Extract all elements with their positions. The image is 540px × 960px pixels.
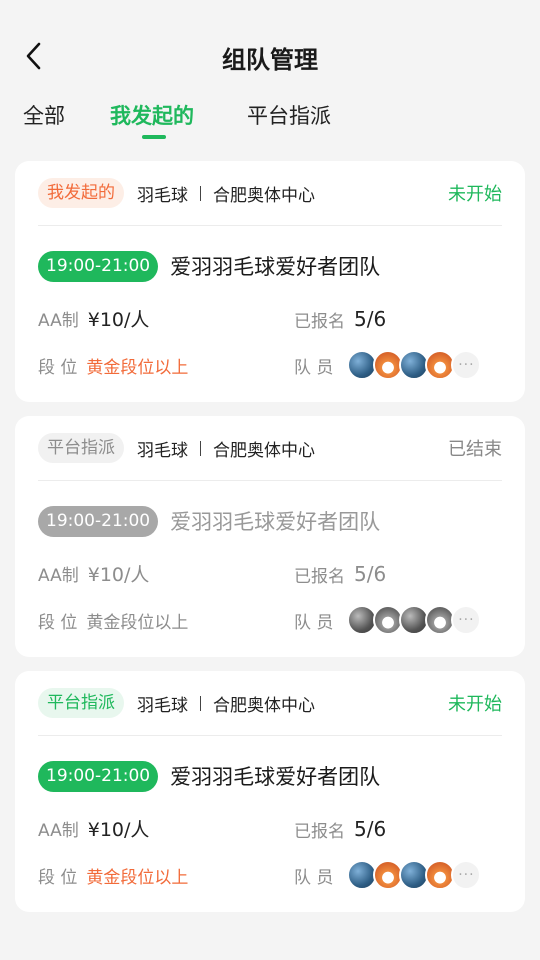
tab-all[interactable]: 全部 — [23, 100, 65, 130]
team-name: 爱羽羽毛球爱好者团队 — [170, 765, 381, 789]
members-row: 队 员 ··· — [294, 605, 482, 635]
source-tag: 平台指派 — [38, 433, 124, 463]
rank-label: 段 位 — [38, 867, 78, 888]
members-row: 队 员 ··· — [294, 350, 482, 380]
sport-label: 羽毛球 — [137, 185, 188, 206]
sport-label: 羽毛球 — [137, 695, 188, 716]
separator — [200, 440, 201, 456]
signup-row: 已报名 5/6 — [294, 559, 386, 589]
time-badge: 19:00-21:00 — [38, 760, 159, 792]
members-row: 队 员 ··· — [294, 860, 482, 890]
members-label: 队 员 — [294, 357, 334, 378]
more-members-icon[interactable]: ··· — [451, 860, 482, 890]
signup-value: 5/6 — [354, 307, 387, 331]
rank-label: 段 位 — [38, 612, 78, 633]
separator — [200, 695, 201, 711]
fee-label: AA制 — [38, 820, 79, 841]
signup-label: 已报名 — [294, 821, 345, 842]
venue-label: 合肥奥体中心 — [213, 695, 315, 716]
divider — [38, 225, 502, 226]
signup-value: 5/6 — [354, 562, 387, 586]
member-avatars[interactable]: ··· — [347, 605, 482, 635]
source-tag: 平台指派 — [38, 688, 124, 718]
fee-value: ¥10/人 — [87, 818, 150, 841]
members-label: 队 员 — [294, 867, 334, 888]
more-members-icon[interactable]: ··· — [451, 605, 482, 635]
rank-value: 黄金段位以上 — [86, 612, 189, 633]
signup-value: 5/6 — [354, 817, 387, 841]
status-badge: 未开始 — [448, 694, 502, 715]
team-name: 爱羽羽毛球爱好者团队 — [170, 255, 381, 279]
divider — [38, 480, 502, 481]
tab-initiated[interactable]: 我发起的 — [110, 100, 194, 130]
rank-row: 段 位 黄金段位以上 — [38, 605, 188, 635]
tab-bar: 全部 我发起的 平台指派 — [0, 100, 540, 140]
tab-assigned[interactable]: 平台指派 — [247, 100, 331, 130]
signup-row: 已报名 5/6 — [294, 814, 386, 844]
fee-row: AA制 ¥10/人 — [38, 813, 149, 843]
member-avatars[interactable]: ··· — [347, 350, 482, 380]
venue-label: 合肥奥体中心 — [213, 440, 315, 461]
more-members-icon[interactable]: ··· — [451, 350, 482, 380]
signup-label: 已报名 — [294, 311, 345, 332]
fee-value: ¥10/人 — [87, 308, 150, 331]
time-badge: 19:00-21:00 — [38, 505, 159, 537]
fee-label: AA制 — [38, 565, 79, 586]
rank-label: 段 位 — [38, 357, 78, 378]
fee-row: AA制 ¥10/人 — [38, 303, 149, 333]
member-avatars[interactable]: ··· — [347, 860, 482, 890]
status-badge: 未开始 — [448, 184, 502, 205]
page-title: 组队管理 — [222, 46, 318, 74]
fee-row: AA制 ¥10/人 — [38, 558, 149, 588]
nav-bar: 组队管理 — [0, 0, 540, 112]
rank-row: 段 位 黄金段位以上 — [38, 860, 188, 890]
rank-value: 黄金段位以上 — [86, 357, 189, 378]
fee-value: ¥10/人 — [87, 563, 150, 586]
signup-label: 已报名 — [294, 566, 345, 587]
status-badge: 已结束 — [448, 439, 502, 460]
rank-value: 黄金段位以上 — [86, 867, 189, 888]
active-tab-indicator — [142, 135, 166, 139]
venue-label: 合肥奥体中心 — [213, 185, 315, 206]
source-tag: 我发起的 — [38, 178, 124, 208]
sport-label: 羽毛球 — [137, 440, 188, 461]
signup-row: 已报名 5/6 — [294, 304, 386, 334]
fee-label: AA制 — [38, 310, 79, 331]
team-card[interactable]: 平台指派 羽毛球 合肥奥体中心 已结束 19:00-21:00 爱羽羽毛球爱好者… — [15, 416, 525, 657]
divider — [38, 735, 502, 736]
team-name: 爱羽羽毛球爱好者团队 — [170, 510, 381, 534]
team-card[interactable]: 我发起的 羽毛球 合肥奥体中心 未开始 19:00-21:00 爱羽羽毛球爱好者… — [15, 161, 525, 402]
members-label: 队 员 — [294, 612, 334, 633]
time-badge: 19:00-21:00 — [38, 250, 159, 282]
separator — [200, 185, 201, 201]
team-card[interactable]: 平台指派 羽毛球 合肥奥体中心 未开始 19:00-21:00 爱羽羽毛球爱好者… — [15, 671, 525, 912]
rank-row: 段 位 黄金段位以上 — [38, 350, 188, 380]
